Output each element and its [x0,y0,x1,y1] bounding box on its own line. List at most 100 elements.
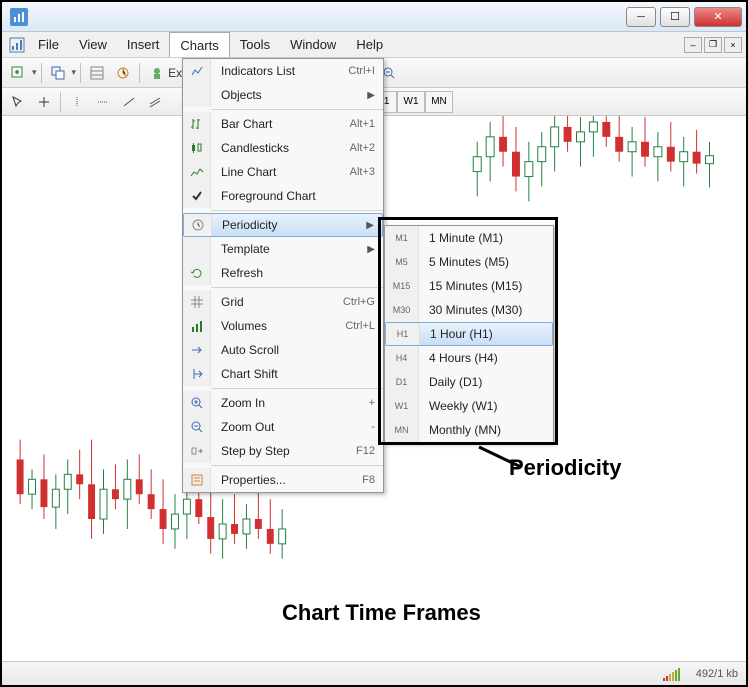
periodicity-code-label: D1 [385,370,419,394]
periodicity-h4[interactable]: H44 Hours (H4) [385,346,553,370]
blank-icon [183,83,211,107]
connection-indicator-icon [663,667,680,681]
indicators-icon [183,59,211,83]
market-watch-button[interactable] [85,61,109,85]
timeframe-w1-button[interactable]: W1 [397,91,425,113]
menu-item-periodicity[interactable]: Periodicity▶ [183,213,383,237]
menu-item-chart-shift[interactable]: Chart Shift [183,362,383,386]
menu-item-label: Chart Shift [211,367,375,381]
menu-item-bar-chart[interactable]: Bar ChartAlt+1 [183,112,383,136]
menu-shortcut: + [369,397,375,409]
timeframe-mn-button[interactable]: MN [425,91,453,113]
menu-help[interactable]: Help [346,32,393,57]
periodicity-m15[interactable]: M1515 Minutes (M15) [385,274,553,298]
periodicity-item-label: 4 Hours (H4) [419,351,553,365]
menu-item-zoom-out[interactable]: Zoom Out- [183,415,383,439]
vertical-line-tool-button[interactable] [65,90,89,114]
menu-view[interactable]: View [69,32,117,57]
menu-shortcut: Alt+3 [350,166,375,178]
window-minimize-button[interactable]: ─ [626,7,656,27]
menu-insert[interactable]: Insert [117,32,170,57]
window-maximize-button[interactable]: ☐ [660,7,690,27]
bar-chart-icon [183,112,211,136]
mdi-close-button[interactable]: × [724,37,742,53]
mdi-restore-button[interactable]: ❐ [704,37,722,53]
zoom-out-icon [183,415,211,439]
menu-shortcut: Ctrl+L [345,320,375,332]
periodicity-code-label: H1 [386,323,420,345]
periodicity-m1[interactable]: M11 Minute (M1) [385,226,553,250]
menu-item-label: Zoom Out [211,420,371,434]
menu-file[interactable]: File [28,32,69,57]
menu-item-step-by-step[interactable]: Step by StepF12 [183,439,383,463]
charts-menu-dropdown: Indicators ListCtrl+IObjects▶Bar ChartAl… [182,58,384,493]
menu-item-label: Foreground Chart [211,189,375,203]
trendline-tool-button[interactable] [117,90,141,114]
menu-item-label: Periodicity [212,218,366,232]
line-chart-icon [183,160,211,184]
periodicity-code-label: MN [385,418,419,442]
zoom-in-icon [183,391,211,415]
menu-item-refresh[interactable]: Refresh [183,261,383,285]
menu-item-grid[interactable]: GridCtrl+G [183,290,383,314]
submenu-arrow-icon: ▶ [367,90,375,101]
crosshair-tool-button[interactable] [32,90,56,114]
menu-tools[interactable]: Tools [230,32,280,57]
periodicity-d1[interactable]: D1Daily (D1) [385,370,553,394]
periodicity-h1[interactable]: H11 Hour (H1) [385,322,553,346]
menu-item-label: Grid [211,295,343,309]
menu-item-indicators-list[interactable]: Indicators ListCtrl+I [183,59,383,83]
menu-shortcut: - [371,421,375,433]
menu-item-label: Line Chart [211,165,350,179]
menu-item-label: Bar Chart [211,117,350,131]
periodicity-m5[interactable]: M55 Minutes (M5) [385,250,553,274]
menu-item-template[interactable]: Template▶ [183,237,383,261]
menu-shortcut: Ctrl+G [343,296,375,308]
mdi-minimize-button[interactable]: – [684,37,702,53]
horizontal-line-tool-button[interactable] [91,90,115,114]
volumes-icon [183,314,211,338]
periodicity-item-label: Monthly (MN) [419,423,553,437]
new-chart-button[interactable] [6,61,30,85]
menu-item-label: Candlesticks [211,141,350,155]
navigator-button[interactable] [111,61,135,85]
periodicity-m30[interactable]: M3030 Minutes (M30) [385,298,553,322]
clock-icon [184,214,212,236]
window-close-button[interactable]: ✕ [694,7,742,27]
menubar: FileViewInsertChartsToolsWindowHelp – ❐ … [2,32,746,58]
periodicity-mn[interactable]: MNMonthly (MN) [385,418,553,442]
periodicity-code-label: M5 [385,250,419,274]
menu-item-zoom-in[interactable]: Zoom In+ [183,391,383,415]
menu-item-volumes[interactable]: VolumesCtrl+L [183,314,383,338]
annotation-periodicity-label: Periodicity [509,455,621,481]
menu-charts[interactable]: Charts [169,32,229,57]
submenu-arrow-icon: ▶ [366,220,374,231]
blank-icon [183,237,211,261]
step-icon [183,439,211,463]
refresh-icon [183,261,211,285]
menu-item-objects[interactable]: Objects▶ [183,83,383,107]
channel-tool-button[interactable] [143,90,167,114]
menu-item-label: Indicators List [211,64,348,78]
menu-item-properties-[interactable]: Properties...F8 [183,468,383,492]
periodicity-item-label: Daily (D1) [419,375,553,389]
periodicity-item-label: 30 Minutes (M30) [419,303,553,317]
menu-item-label: Step by Step [211,444,356,458]
menu-item-label: Volumes [211,319,345,333]
props-icon [183,468,211,492]
periodicity-item-label: 5 Minutes (M5) [419,255,553,269]
menu-shortcut: Ctrl+I [348,65,375,77]
menu-item-line-chart[interactable]: Line ChartAlt+3 [183,160,383,184]
periodicity-item-label: Weekly (W1) [419,399,553,413]
menu-item-foreground-chart[interactable]: Foreground Chart [183,184,383,208]
cursor-tool-button[interactable] [6,90,30,114]
menu-item-auto-scroll[interactable]: Auto Scroll [183,338,383,362]
menubar-app-icon [6,32,28,57]
menu-item-candlesticks[interactable]: CandlesticksAlt+2 [183,136,383,160]
menu-window[interactable]: Window [280,32,346,57]
profiles-button[interactable] [46,61,70,85]
periodicity-code-label: M30 [385,298,419,322]
periodicity-w1[interactable]: W1Weekly (W1) [385,394,553,418]
grid-icon [183,290,211,314]
traffic-label: 492/1 kb [696,668,738,680]
